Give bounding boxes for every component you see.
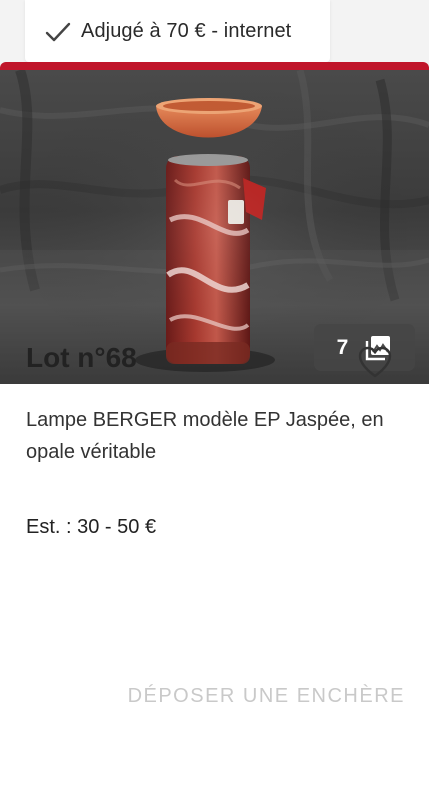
place-bid-button[interactable]: DÉPOSER UNE ENCHÈRE (95, 676, 405, 716)
heart-outline-icon[interactable] (356, 343, 394, 381)
photo-count: 7 (336, 335, 349, 359)
check-icon (45, 22, 71, 42)
lot-description: Lampe BERGER modèle EP Jaspée, en opale … (26, 409, 384, 463)
sale-status-tab: Adjugé à 70 € - internet (25, 0, 330, 62)
lot-card-page: Adjugé à 70 € - internet 7 Lot n°68 Lamp… (0, 0, 429, 800)
lot-photo[interactable]: 7 (0, 70, 429, 384)
lot-title: Lot n°68 (26, 342, 137, 373)
lot-estimate: Est. : 30 - 50 € (26, 516, 157, 538)
sale-status-text: Adjugé à 70 € - internet (81, 19, 292, 42)
